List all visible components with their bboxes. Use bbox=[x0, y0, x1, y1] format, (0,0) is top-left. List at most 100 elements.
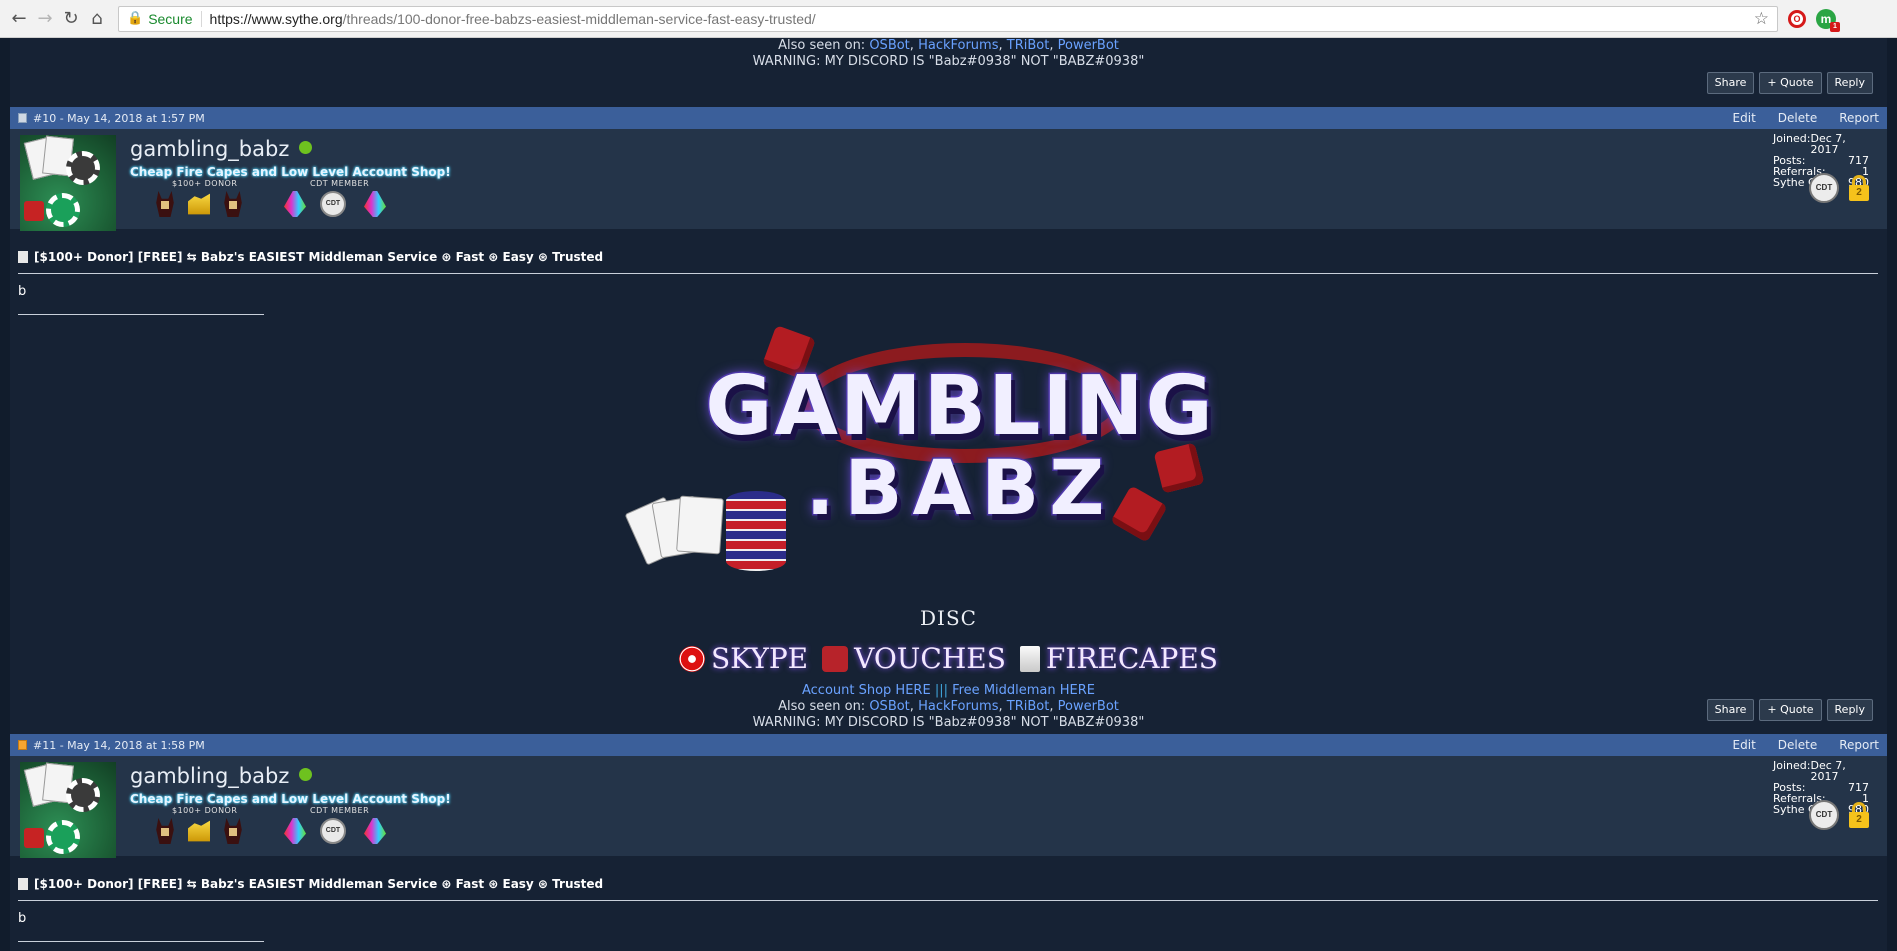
thread-title-text: [$100+ Donor] [FREE] ⇆ Babz's EASIEST Mi… bbox=[34, 877, 604, 891]
feather-badge-icon bbox=[284, 191, 306, 217]
divider bbox=[18, 273, 1878, 274]
joined-label: Joined: bbox=[1773, 759, 1811, 772]
comma: , bbox=[998, 38, 1003, 53]
bookmark-star-icon[interactable]: ☆ bbox=[1754, 9, 1769, 29]
user-extension-icon[interactable]: m 1 bbox=[1816, 8, 1840, 32]
post-number-date[interactable]: #10 - May 14, 2018 at 1:57 PM bbox=[33, 112, 205, 125]
feather-badge-icon bbox=[364, 191, 386, 217]
edit-link[interactable]: Edit bbox=[1733, 111, 1756, 125]
user-info-bar: gambling_babz Cheap Fire Capes and Low L… bbox=[10, 756, 1887, 858]
username-text: gambling_babz bbox=[130, 137, 290, 161]
link-hackforums[interactable]: HackForums bbox=[918, 38, 998, 53]
opera-extension-icon[interactable]: O bbox=[1788, 9, 1806, 28]
joined-value: Dec 7, 2017 bbox=[1810, 759, 1846, 783]
link-powerbot[interactable]: PowerBot bbox=[1058, 699, 1119, 714]
signature-divider bbox=[18, 941, 264, 942]
demon-badge-icon bbox=[224, 818, 242, 844]
post-header-11: #11 - May 14, 2018 at 1:58 PM Edit Delet… bbox=[10, 734, 1887, 756]
reply-button[interactable]: Reply bbox=[1826, 699, 1873, 721]
lock-icon: 2 bbox=[1849, 175, 1869, 201]
home-icon[interactable]: ⌂ bbox=[84, 6, 110, 32]
vouches-link[interactable]: VOUCHES bbox=[822, 642, 1006, 675]
link-powerbot[interactable]: PowerBot bbox=[1058, 38, 1119, 53]
share-button[interactable]: Share bbox=[1706, 72, 1755, 94]
skype-text: SKYPE bbox=[711, 642, 809, 675]
reply-button[interactable]: Reply bbox=[1826, 72, 1873, 94]
cdt-badge-icon: CDT bbox=[320, 191, 346, 217]
signature-divider bbox=[18, 314, 264, 315]
post-actions: Share + Quote Reply bbox=[1706, 699, 1887, 721]
thread-title-text: [$100+ Donor] [FREE] ⇆ Babz's EASIEST Mi… bbox=[34, 250, 604, 264]
forward-icon[interactable]: → bbox=[32, 6, 58, 32]
post-new-icon bbox=[18, 740, 27, 750]
banner-links: SKYPE VOUCHES FIRECAPES bbox=[10, 642, 1887, 675]
username[interactable]: gambling_babz bbox=[130, 137, 313, 161]
post-number-date[interactable]: #11 - May 14, 2018 at 1:58 PM bbox=[33, 739, 205, 752]
post-body: b bbox=[18, 284, 27, 299]
quote-button[interactable]: + Quote bbox=[1759, 699, 1822, 721]
page-icon bbox=[18, 878, 28, 890]
signature-top: Also seen on: OSBot, HackForums, TRiBot,… bbox=[10, 38, 1887, 70]
signature-shop-line: Account Shop HERE ||| Free Middleman HER… bbox=[10, 683, 1887, 699]
feather-badge-icon bbox=[364, 818, 386, 844]
link-tribot[interactable]: TRiBot bbox=[1007, 38, 1050, 53]
gold-badge-icon bbox=[188, 820, 210, 842]
comma: , bbox=[909, 38, 914, 53]
avatar[interactable] bbox=[20, 135, 116, 231]
comma: , bbox=[909, 699, 914, 714]
link-hackforums[interactable]: HackForums bbox=[918, 699, 998, 714]
cdt-icon: CDT bbox=[1809, 173, 1839, 203]
link-osbot[interactable]: OSBot bbox=[869, 38, 909, 53]
divider bbox=[18, 900, 1878, 901]
firecapes-link[interactable]: FIRECAPES bbox=[1019, 642, 1218, 675]
quote-button[interactable]: + Quote bbox=[1759, 72, 1822, 94]
page-icon bbox=[18, 251, 28, 263]
delete-link[interactable]: Delete bbox=[1778, 111, 1817, 125]
url-host: https://www.sythe.org bbox=[209, 10, 343, 27]
demon-badge-icon bbox=[224, 191, 242, 217]
firecapes-icon bbox=[1019, 645, 1040, 672]
also-seen-prefix: Also seen on: bbox=[778, 38, 866, 53]
link-tribot[interactable]: TRiBot bbox=[1007, 699, 1050, 714]
report-link[interactable]: Report bbox=[1839, 111, 1879, 125]
demon-badge-icon bbox=[156, 191, 174, 217]
post-read-icon bbox=[18, 113, 27, 123]
url-path: /threads/100-donor-free-babzs-easiest-mi… bbox=[342, 10, 816, 27]
lock-number: 2 bbox=[1849, 185, 1869, 201]
reload-icon[interactable]: ↻ bbox=[58, 6, 84, 32]
online-status-icon bbox=[299, 141, 313, 154]
skype-icon bbox=[679, 645, 705, 672]
also-seen-line: Also seen on: OSBot, HackForums, TRiBot,… bbox=[10, 38, 1887, 54]
comma: , bbox=[998, 699, 1003, 714]
lock-icon: 🔒 bbox=[127, 11, 144, 26]
donor-badge-label: $100+ DONOR bbox=[172, 806, 238, 815]
signature-banner-image: GAMBLING .BABZ bbox=[624, 325, 1290, 595]
also-seen-prefix: Also seen on: bbox=[778, 699, 866, 714]
share-button[interactable]: Share bbox=[1706, 699, 1755, 721]
browser-toolbar: ← → ↻ ⌂ 🔒 Secure https://www.sythe.org /… bbox=[0, 0, 1897, 38]
address-bar[interactable]: 🔒 Secure https://www.sythe.org /threads/… bbox=[118, 5, 1778, 32]
also-seen-line: Also seen on: OSBot, HackForums, TRiBot,… bbox=[10, 699, 1887, 715]
cdt-badge-label: CDT MEMBER bbox=[310, 806, 370, 815]
back-icon[interactable]: ← bbox=[6, 6, 32, 32]
post-header-10: #10 - May 14, 2018 at 1:57 PM Edit Delet… bbox=[10, 107, 1887, 129]
lock-icon: 2 bbox=[1849, 802, 1869, 828]
delete-link[interactable]: Delete bbox=[1778, 738, 1817, 752]
thread-title: [$100+ Donor] [FREE] ⇆ Babz's EASIEST Mi… bbox=[18, 877, 603, 891]
discord-warning: WARNING: MY DISCORD IS "Babz#0938" NOT "… bbox=[752, 715, 1145, 730]
thread-title: [$100+ Donor] [FREE] ⇆ Babz's EASIEST Mi… bbox=[18, 250, 603, 264]
comma: , bbox=[1049, 38, 1054, 53]
user-title: Cheap Fire Capes and Low Level Account S… bbox=[130, 165, 451, 179]
username[interactable]: gambling_babz bbox=[130, 764, 313, 788]
firecapes-text: FIRECAPES bbox=[1045, 642, 1218, 675]
skype-link[interactable]: SKYPE bbox=[679, 642, 808, 675]
report-link[interactable]: Report bbox=[1839, 738, 1879, 752]
vouches-icon bbox=[822, 645, 849, 672]
free-middleman-link[interactable]: Free Middleman HERE bbox=[952, 683, 1095, 698]
account-shop-link[interactable]: Account Shop HERE bbox=[802, 683, 931, 698]
extension-badge: 1 bbox=[1830, 21, 1840, 32]
edit-link[interactable]: Edit bbox=[1733, 738, 1756, 752]
gold-badge-icon bbox=[188, 193, 210, 215]
link-osbot[interactable]: OSBot bbox=[869, 699, 909, 714]
avatar[interactable] bbox=[20, 762, 116, 858]
